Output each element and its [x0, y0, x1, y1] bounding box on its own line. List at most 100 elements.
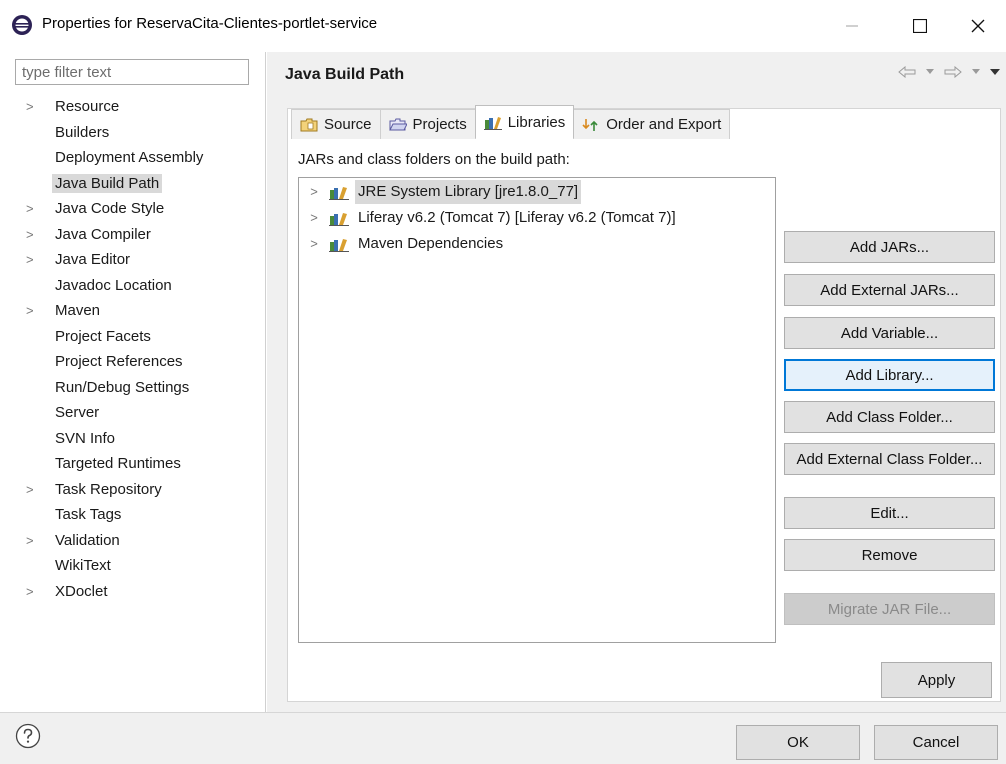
tree-item-project-facets[interactable]: Project Facets: [0, 324, 265, 350]
close-icon: [971, 19, 985, 33]
filter-input[interactable]: [15, 59, 249, 85]
tree-item-task-tags[interactable]: Task Tags: [0, 502, 265, 528]
library-icon: [329, 213, 349, 226]
add-external-jars-button[interactable]: Add External JARs...: [784, 274, 995, 306]
order-export-icon: [582, 118, 598, 131]
tree-item-java-code-style[interactable]: > Java Code Style: [0, 196, 265, 222]
tree-item-label: Run/Debug Settings: [55, 378, 190, 396]
back-arrow-icon[interactable]: [898, 66, 916, 78]
source-folder-icon: [300, 118, 318, 131]
tree-item-label: Java Compiler: [55, 225, 151, 243]
chevron-right-icon[interactable]: >: [26, 222, 40, 248]
projects-folder-icon: [388, 118, 407, 130]
tree-item-project-references[interactable]: Project References: [0, 349, 265, 375]
tree-item-label: Server: [55, 404, 100, 421]
tree-item-javadoc-location[interactable]: Javadoc Location: [0, 273, 265, 299]
tree-item-validation[interactable]: > Validation: [0, 528, 265, 554]
libraries-tree[interactable]: > JRE System Library [jre1.8.0_77] > Lif…: [298, 177, 776, 643]
dialog-footer: OK Cancel: [0, 712, 1006, 764]
tree-item-svn-info[interactable]: SVN Info: [0, 426, 265, 452]
chevron-right-icon[interactable]: >: [299, 206, 329, 230]
tab-label: Libraries: [507, 113, 566, 131]
tree-item-task-repository[interactable]: > Task Repository: [0, 477, 265, 503]
libraries-icon: [483, 117, 502, 130]
tree-item-deployment-assembly[interactable]: Deployment Assembly: [0, 145, 265, 171]
tab-bar: Source Projects Libraries Order and Expo…: [291, 105, 731, 139]
tree-item-xdoclet[interactable]: > XDoclet: [0, 579, 265, 605]
library-label: Maven Dependencies: [358, 235, 504, 252]
chevron-right-icon[interactable]: >: [299, 232, 329, 256]
add-variable-button[interactable]: Add Variable...: [784, 317, 995, 349]
tree-item-label: Task Repository: [55, 480, 162, 498]
chevron-right-icon[interactable]: >: [26, 94, 40, 120]
add-class-folder-button[interactable]: Add Class Folder...: [784, 401, 995, 433]
library-item-liferay[interactable]: > Liferay v6.2 (Tomcat 7) [Liferay v6.2 …: [299, 206, 679, 230]
close-button[interactable]: [955, 8, 1001, 44]
forward-arrow-icon[interactable]: [944, 66, 962, 78]
tree-item-maven[interactable]: > Maven: [0, 298, 265, 324]
property-tree: > Resource Builders Deployment Assembly J…: [0, 94, 265, 604]
maximize-icon: [913, 19, 927, 33]
tree-item-run-debug-settings[interactable]: Run/Debug Settings: [0, 375, 265, 401]
tab-source[interactable]: Source: [291, 109, 381, 139]
page-header: Java Build Path: [267, 52, 1006, 96]
minimize-button[interactable]: [829, 8, 875, 44]
property-navigation-pane: > Resource Builders Deployment Assembly J…: [0, 52, 266, 712]
tree-item-resource[interactable]: > Resource: [0, 94, 265, 120]
tab-libraries[interactable]: Libraries: [474, 105, 575, 138]
tree-item-label: Java Build Path: [52, 173, 163, 193]
edit-button[interactable]: Edit...: [784, 497, 995, 529]
remove-button[interactable]: Remove: [784, 539, 995, 571]
tab-order-and-export[interactable]: Order and Export: [573, 109, 731, 139]
add-library-button[interactable]: Add Library...: [784, 359, 995, 391]
tree-item-label: Targeted Runtimes: [55, 455, 181, 472]
maximize-button[interactable]: [897, 8, 943, 44]
chevron-right-icon[interactable]: >: [26, 196, 40, 222]
chevron-right-icon[interactable]: >: [26, 247, 40, 273]
chevron-right-icon[interactable]: >: [26, 298, 40, 324]
tree-item-label: Javadoc Location: [55, 276, 172, 294]
tree-item-java-compiler[interactable]: > Java Compiler: [0, 222, 265, 248]
add-jars-button[interactable]: Add JARs...: [784, 231, 995, 263]
tree-item-targeted-runtimes[interactable]: Targeted Runtimes: [0, 451, 265, 477]
tree-item-label: Java Code Style: [55, 200, 165, 217]
chevron-right-icon[interactable]: >: [26, 477, 40, 503]
library-item-jre[interactable]: > JRE System Library [jre1.8.0_77]: [299, 180, 582, 204]
back-dropdown-icon[interactable]: [926, 69, 934, 75]
tab-label: Projects: [412, 116, 467, 133]
tree-item-label: Java Editor: [55, 251, 131, 268]
tab-label: Source: [324, 116, 372, 133]
tree-item-label: XDoclet: [55, 582, 108, 600]
tree-item-label: Deployment Assembly: [55, 149, 204, 166]
tree-item-label: Builders: [55, 123, 110, 141]
tree-item-label: Task Tags: [55, 506, 122, 523]
tree-item-label: Project Facets: [55, 327, 151, 345]
tree-item-label: SVN Info: [55, 429, 116, 447]
library-item-maven[interactable]: > Maven Dependencies: [299, 232, 506, 256]
chevron-right-icon[interactable]: >: [299, 180, 329, 204]
tree-item-server[interactable]: Server: [0, 400, 265, 426]
help-icon[interactable]: [15, 723, 41, 749]
migrate-jar-button[interactable]: Migrate JAR File...: [784, 593, 995, 625]
tree-item-builders[interactable]: Builders: [0, 120, 265, 146]
view-menu-icon[interactable]: [990, 68, 1000, 76]
library-label: JRE System Library [jre1.8.0_77]: [355, 180, 582, 204]
tab-projects[interactable]: Projects: [379, 109, 476, 139]
tree-item-java-build-path[interactable]: Java Build Path: [0, 171, 265, 197]
build-path-panel: Source Projects Libraries Order and Expo…: [287, 105, 1001, 702]
tab-label: Order and Export: [606, 116, 722, 133]
library-label: Liferay v6.2 (Tomcat 7) [Liferay v6.2 (T…: [358, 209, 676, 226]
tree-item-java-editor[interactable]: > Java Editor: [0, 247, 265, 273]
ok-button[interactable]: OK: [736, 725, 860, 760]
add-external-class-folder-button[interactable]: Add External Class Folder...: [784, 443, 995, 475]
apply-button[interactable]: Apply: [881, 662, 992, 698]
tree-item-label: Resource: [55, 98, 120, 115]
property-page: Java Build Path Source Projects Librarie…: [267, 52, 1006, 712]
chevron-right-icon[interactable]: >: [26, 579, 40, 605]
tree-item-label: WikiText: [55, 557, 111, 574]
tree-item-wikitext[interactable]: WikiText: [0, 553, 265, 579]
forward-dropdown-icon[interactable]: [972, 69, 980, 75]
cancel-button[interactable]: Cancel: [874, 725, 998, 760]
chevron-right-icon[interactable]: >: [26, 528, 40, 554]
page-title: Java Build Path: [285, 66, 405, 83]
